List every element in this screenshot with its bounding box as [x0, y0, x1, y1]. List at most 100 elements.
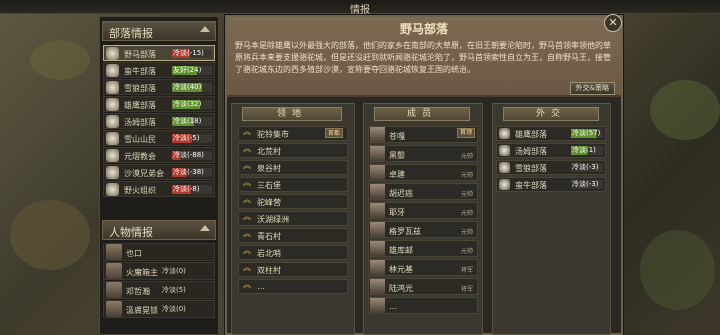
person-item[interactable]: 汲膚晃锁 冷淡(0): [103, 300, 215, 318]
member-item[interactable]: 陆鸿光 将军: [368, 278, 478, 295]
chevron-up-icon[interactable]: [200, 26, 210, 32]
territory-item[interactable]: ︽ 岩北哨: [238, 245, 348, 260]
member-avatar: [370, 127, 385, 142]
faction-item[interactable]: 蛮牛部落 友好(24): [103, 62, 215, 78]
member-role: 将军: [460, 286, 473, 293]
faction-name: 雄鹰部落: [124, 101, 156, 110]
territory-name: 驼峰营: [257, 198, 281, 207]
faction-item[interactable]: 雄鹰部落 冷淡(32): [103, 96, 215, 112]
chevron-up-icon[interactable]: [200, 225, 210, 231]
territory-item[interactable]: ︽…: [238, 279, 348, 294]
faction-item[interactable]: 野火组织 冷淡(-8): [103, 181, 215, 197]
territory-item[interactable]: ︽ 泉谷村: [238, 160, 348, 175]
territory-item[interactable]: ︽ 青石村: [238, 228, 348, 243]
faction-item[interactable]: 野马部落 冷淡(-15): [103, 45, 215, 61]
relation-badge: 冷淡(32): [172, 100, 212, 109]
member-item[interactable]: 苍嘎 首领: [368, 126, 478, 143]
close-button[interactable]: ✕: [604, 14, 622, 32]
member-role: 元帅: [460, 172, 473, 179]
member-role: 元帅: [460, 191, 473, 198]
member-role: 元帅: [460, 153, 473, 160]
member-name: 黑鬃: [389, 151, 405, 160]
member-avatar: [370, 279, 385, 294]
member-name: 雄库邮: [389, 246, 413, 255]
faction-emblem-icon: [106, 64, 119, 77]
rank-chevron-icon: ︽: [243, 229, 251, 238]
faction-name: 雪山山民: [124, 135, 156, 144]
members-column: 成员 苍嘎 首领 黑鬃 元帅 卓建 元帅 胡迟癌 元帅 耶牙 元帅 格罗瓦兹 元帅 雄库邮 元帅 林元基 将军…: [363, 103, 483, 335]
member-name: 陆鸿光: [389, 284, 413, 293]
member-name: 耶牙: [389, 208, 405, 217]
person-section-header[interactable]: 人物情报: [102, 220, 216, 240]
member-item[interactable]: 格罗瓦兹 元帅: [368, 221, 478, 238]
territory-name: 驼铃集市: [257, 130, 289, 139]
faction-emblem-icon: [106, 166, 119, 179]
rank-chevron-icon: ︽: [243, 263, 251, 272]
member-item[interactable]: …: [368, 297, 478, 314]
territory-name: …: [257, 282, 265, 291]
faction-emblem-icon: [499, 179, 510, 190]
faction-name: 汤姆部落: [124, 118, 156, 127]
diplomacy-header: 外交: [503, 107, 599, 121]
territory-item[interactable]: ︽ 双柱村: [238, 262, 348, 277]
diplomacy-item[interactable]: 汤姆部落 冷淡(1): [496, 143, 606, 158]
diplomacy-strategy-button[interactable]: 外交&策略: [569, 82, 615, 95]
member-name: 胡迟癌: [389, 189, 413, 198]
faction-name: 蛮牛部落: [515, 181, 547, 190]
member-avatar: [370, 241, 385, 256]
faction-item[interactable]: 元熠教会 冷淡(-88): [103, 147, 215, 163]
window-title-bar: 情报: [0, 0, 720, 16]
faction-name: 沙漠兄弟会: [124, 169, 164, 178]
diplomacy-column: 外交 雄鹰部落 冷淡(57) 汤姆部落 冷淡(1) 雪狼部落 冷淡(-3) 蛮牛部落 冷淡(-…: [492, 103, 611, 335]
member-item[interactable]: 胡迟癌 元帅: [368, 183, 478, 200]
faction-item[interactable]: 雪狼部落 冷淡(40): [103, 79, 215, 95]
faction-section-header[interactable]: 部落情报: [102, 21, 216, 41]
faction-item[interactable]: 雪山山民 冷淡(-5): [103, 130, 215, 146]
person-item[interactable]: 邓哲瀚 冷淡(5): [103, 281, 215, 299]
dialog-header: 野马部落 野马本是除雄鹰以外最强大的部落，他们的家乡在南部的大草原，在旧王朝要沦…: [227, 17, 621, 97]
rank-chevron-icon: ︽: [243, 195, 251, 204]
person-item[interactable]: 也口: [103, 243, 215, 261]
territory-item[interactable]: ︽ 北荒村: [238, 143, 348, 158]
member-role: 元帅: [460, 248, 473, 255]
territory-item[interactable]: ︽ 三石堡: [238, 177, 348, 192]
territory-name: 青石村: [257, 232, 281, 241]
territory-name: 岩北哨: [257, 249, 281, 258]
member-item[interactable]: 耶牙 元帅: [368, 202, 478, 219]
territory-item[interactable]: ︽ 驼铃集市 首都: [238, 126, 348, 141]
rank-chevron-icon: ︽: [243, 246, 251, 255]
member-avatar: [370, 146, 385, 161]
faction-detail-dialog: 野马部落 野马本是除雄鹰以外最强大的部落，他们的家乡在南部的大草原，在旧王朝要沦…: [225, 15, 623, 335]
person-name: 邓哲瀚: [126, 287, 150, 296]
territory-item[interactable]: ︽ 沃湖绿洲: [238, 211, 348, 226]
person-relation: 冷淡(0): [162, 305, 186, 313]
territory-item[interactable]: ︽ 驼峰营: [238, 194, 348, 209]
member-avatar: [370, 298, 385, 313]
intel-sidebar: 部落情报 野马部落 冷淡(-15) 蛮牛部落 友好(24) 雪狼部落 冷淡(40) 雄鹰部落…: [99, 16, 219, 335]
person-relation: 冷淡(5): [162, 286, 186, 294]
territory-name: 泉谷村: [257, 164, 281, 173]
faction-name: 雪狼部落: [124, 84, 156, 93]
diplomacy-item[interactable]: 雪狼部落 冷淡(-3): [496, 160, 606, 175]
faction-item[interactable]: 汤姆部落 冷淡(18): [103, 113, 215, 129]
diplomacy-item[interactable]: 雄鹰部落 冷淡(57): [496, 126, 606, 141]
member-item[interactable]: 黑鬃 元帅: [368, 145, 478, 162]
faction-emblem-icon: [106, 183, 119, 196]
person-relation: 冷淡(0): [162, 267, 186, 275]
map-terrain: [650, 80, 720, 140]
rank-chevron-icon: ︽: [243, 144, 251, 153]
faction-name: 雪狼部落: [515, 164, 547, 173]
rank-chevron-icon: ︽: [243, 127, 251, 136]
faction-item[interactable]: 沙漠兄弟会 冷淡(-38): [103, 164, 215, 180]
faction-name: 雄鹰部落: [515, 130, 547, 139]
member-item[interactable]: 雄库邮 元帅: [368, 240, 478, 257]
diplomacy-item[interactable]: 蛮牛部落 冷淡(-3): [496, 177, 606, 192]
member-item[interactable]: 林元基 将军: [368, 259, 478, 276]
faction-section-title: 部落情报: [109, 27, 153, 40]
person-avatar: [106, 263, 122, 279]
member-name: 苍嘎: [389, 132, 405, 141]
relation-badge: 友好(24): [172, 66, 212, 75]
member-item[interactable]: 卓建 元帅: [368, 164, 478, 181]
relation-badge: 冷淡(-3): [571, 180, 603, 189]
person-item[interactable]: 火魔箱主 冷淡(0): [103, 262, 215, 280]
